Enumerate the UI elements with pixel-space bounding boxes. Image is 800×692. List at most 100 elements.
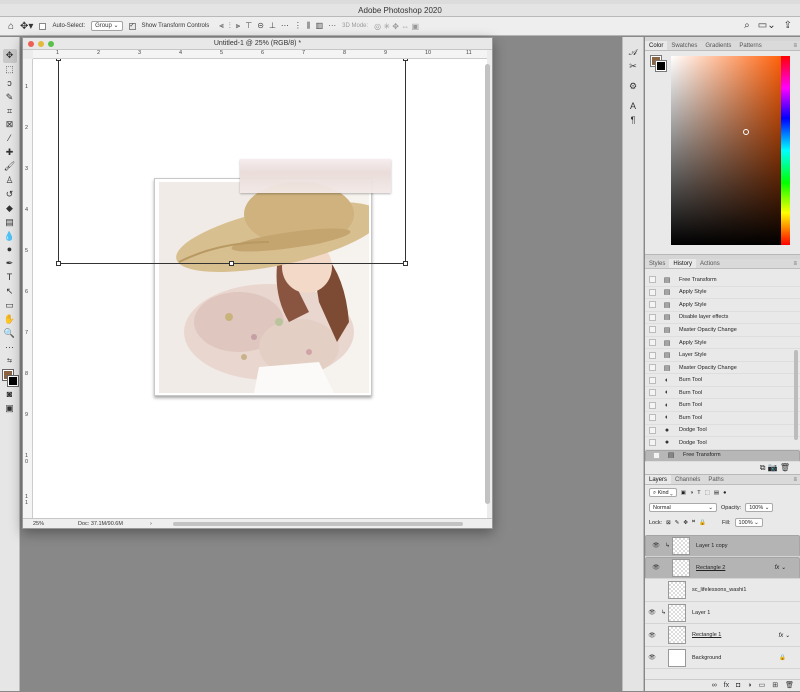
zoom-window-icon[interactable] [48,41,54,47]
history-state[interactable]: ▤ Master Opacity Change [645,324,800,337]
swap-colors-icon[interactable]: ⇆ [3,355,17,369]
tab-styles[interactable]: Styles [645,259,669,268]
layer-name[interactable]: Rectangle 1 [692,632,779,638]
layer-row[interactable]: 👁 ↳ Layer 1 [645,602,800,625]
vertical-scrollbar[interactable] [485,64,490,504]
history-state[interactable]: ▤ Free Transform [645,449,800,463]
character-icon[interactable]: A [623,99,643,113]
layer-name[interactable]: Background [692,655,779,661]
layer-row[interactable]: 👁 Rectangle 1 fx ⌄ [645,625,800,647]
opacity-input[interactable]: 100% ⌄ [745,503,774,512]
layer-name[interactable]: Layer 1 [692,610,800,616]
tab-gradients[interactable]: Gradients [701,41,735,50]
history-source-checkbox[interactable] [649,364,656,372]
move-tool-preset-icon[interactable]: ✥▾ [20,21,33,32]
layer-row[interactable]: 👁 Rectangle 2 fx ⌄ [645,557,800,580]
layer-row[interactable]: sc_lifelessons_washi1 [645,580,800,602]
history-source-checkbox[interactable] [649,351,656,359]
hue-slider[interactable] [781,56,790,245]
history-scrollbar[interactable] [794,350,798,440]
layer-name[interactable]: sc_lifelessons_washi1 [692,587,800,593]
history-state[interactable]: ▤ Disable layer effects [645,312,800,325]
history-source-checkbox[interactable] [649,339,656,346]
history-source-checkbox[interactable] [649,439,656,447]
distribute-icon[interactable]: ⋯ [281,21,289,31]
more-align-icon[interactable]: ··· [328,21,336,31]
color-swatches[interactable] [1,369,19,388]
distribute-spacing-icon[interactable]: ▥ [316,21,324,31]
stamp-tool-icon[interactable]: ♙ [3,174,17,188]
document-canvas[interactable] [33,59,487,520]
new-layer-icon[interactable]: ⊞ [772,680,778,691]
auto-select-dropdown[interactable]: Group ⌄ [91,21,123,31]
glyphs-icon[interactable]: 𝒜 [623,45,643,59]
hand-tool-icon[interactable]: ✋ [3,313,17,327]
tab-patterns[interactable]: Patterns [735,41,765,50]
eyedropper-tool-icon[interactable]: ⁄ [3,132,17,146]
visibility-eye-icon[interactable]: 👁 [645,632,659,639]
fill-input[interactable]: 100% ⌄ [734,518,763,527]
horizontal-scrollbar[interactable] [173,522,463,526]
blur-tool-icon[interactable]: 💧 [3,230,17,244]
quick-mask-icon[interactable]: ◙ [3,388,17,402]
history-state[interactable]: ◐ Burn Tool [645,374,800,387]
filter-smart-object-icon[interactable]: ▤ [714,490,719,496]
tab-color[interactable]: Color [645,41,668,50]
tab-paths[interactable]: Paths [704,475,727,484]
zoom-tool-icon[interactable]: 🔍 [3,327,17,341]
transform-handle-bottom-left[interactable] [56,261,61,266]
history-state[interactable]: ● Dodge Tool [645,437,800,450]
healing-brush-icon[interactable]: ✚ [3,146,17,160]
workspace-icon[interactable]: ▭⌄ [758,20,776,31]
history-source-checkbox[interactable] [649,376,656,384]
layer-thumbnail[interactable] [668,626,686,645]
panel-menu-icon[interactable]: ≡ [793,41,800,50]
visibility-eye-icon[interactable]: 👁 [645,609,659,616]
history-source-checkbox[interactable] [649,401,656,409]
snapshot-icon[interactable]: 📷 [768,463,778,472]
history-source-checkbox[interactable] [649,301,656,309]
transform-handle-bottom-center[interactable] [229,261,234,266]
path-select-tool-icon[interactable]: ↖ [3,285,17,299]
align-center-icon[interactable]: ⫶ [229,21,231,31]
layer-row[interactable]: 👁 Background 🔒 [645,647,800,669]
layer-row[interactable]: 👁 ↳ Layer 1 copy [645,535,800,557]
brush-tool-icon[interactable]: 🖌 [3,160,17,174]
color-field[interactable] [671,56,786,245]
history-state[interactable]: ◐ Burn Tool [645,387,800,400]
visibility-eye-icon[interactable]: 👁 [649,564,663,573]
lock-all-icon[interactable]: 🔒 [699,520,706,526]
transform-handle-bottom-right[interactable] [403,261,408,266]
layer-thumbnail[interactable] [672,559,690,578]
layer-effects-icon[interactable]: fx ⌄ [775,564,786,573]
lock-transparent-icon[interactable]: ⊠ [666,520,671,526]
history-source-checkbox[interactable] [649,288,656,296]
tab-history[interactable]: History [669,259,697,268]
visibility-eye-icon[interactable]: 👁 [649,542,663,551]
filter-type-icon[interactable]: T [697,490,700,496]
add-style-icon[interactable]: fx [724,680,729,691]
filter-toggle-icon[interactable]: ● [723,490,726,496]
properties-icon[interactable]: ⚙ [623,79,643,93]
new-adjustment-icon[interactable]: ◑ [747,680,751,691]
zoom-level[interactable]: 25% [33,519,44,529]
marquee-tool-icon[interactable]: ⬚ [3,63,17,77]
distribute-horizontal-icon[interactable]: ⫼ [307,21,311,31]
transform-handle-top-right[interactable] [403,59,408,61]
paragraph-icon[interactable]: ¶ [623,113,643,127]
lasso-tool-icon[interactable]: ↄ [3,77,17,91]
share-icon[interactable]: ⇪ [784,20,792,31]
quick-select-tool-icon[interactable]: ✎ [3,91,17,105]
align-left-icon[interactable]: ⫷ [219,21,224,31]
move-tool-icon[interactable]: ✥ [2,49,17,63]
history-source-checkbox[interactable] [649,389,656,397]
layer-thumbnail[interactable] [672,537,690,555]
history-source-checkbox[interactable] [653,452,660,460]
add-mask-icon[interactable]: ◘ [736,680,740,691]
pen-tool-icon[interactable]: ✒ [3,257,17,271]
history-state[interactable]: ● Dodge Tool [645,425,800,438]
delete-layer-icon[interactable]: 🗑 [785,680,794,691]
history-state[interactable]: ◐ Burn Tool [645,412,800,425]
history-state[interactable]: ▤ Master Opacity Change [645,362,800,375]
home-icon[interactable]: ⌂ [8,21,14,32]
